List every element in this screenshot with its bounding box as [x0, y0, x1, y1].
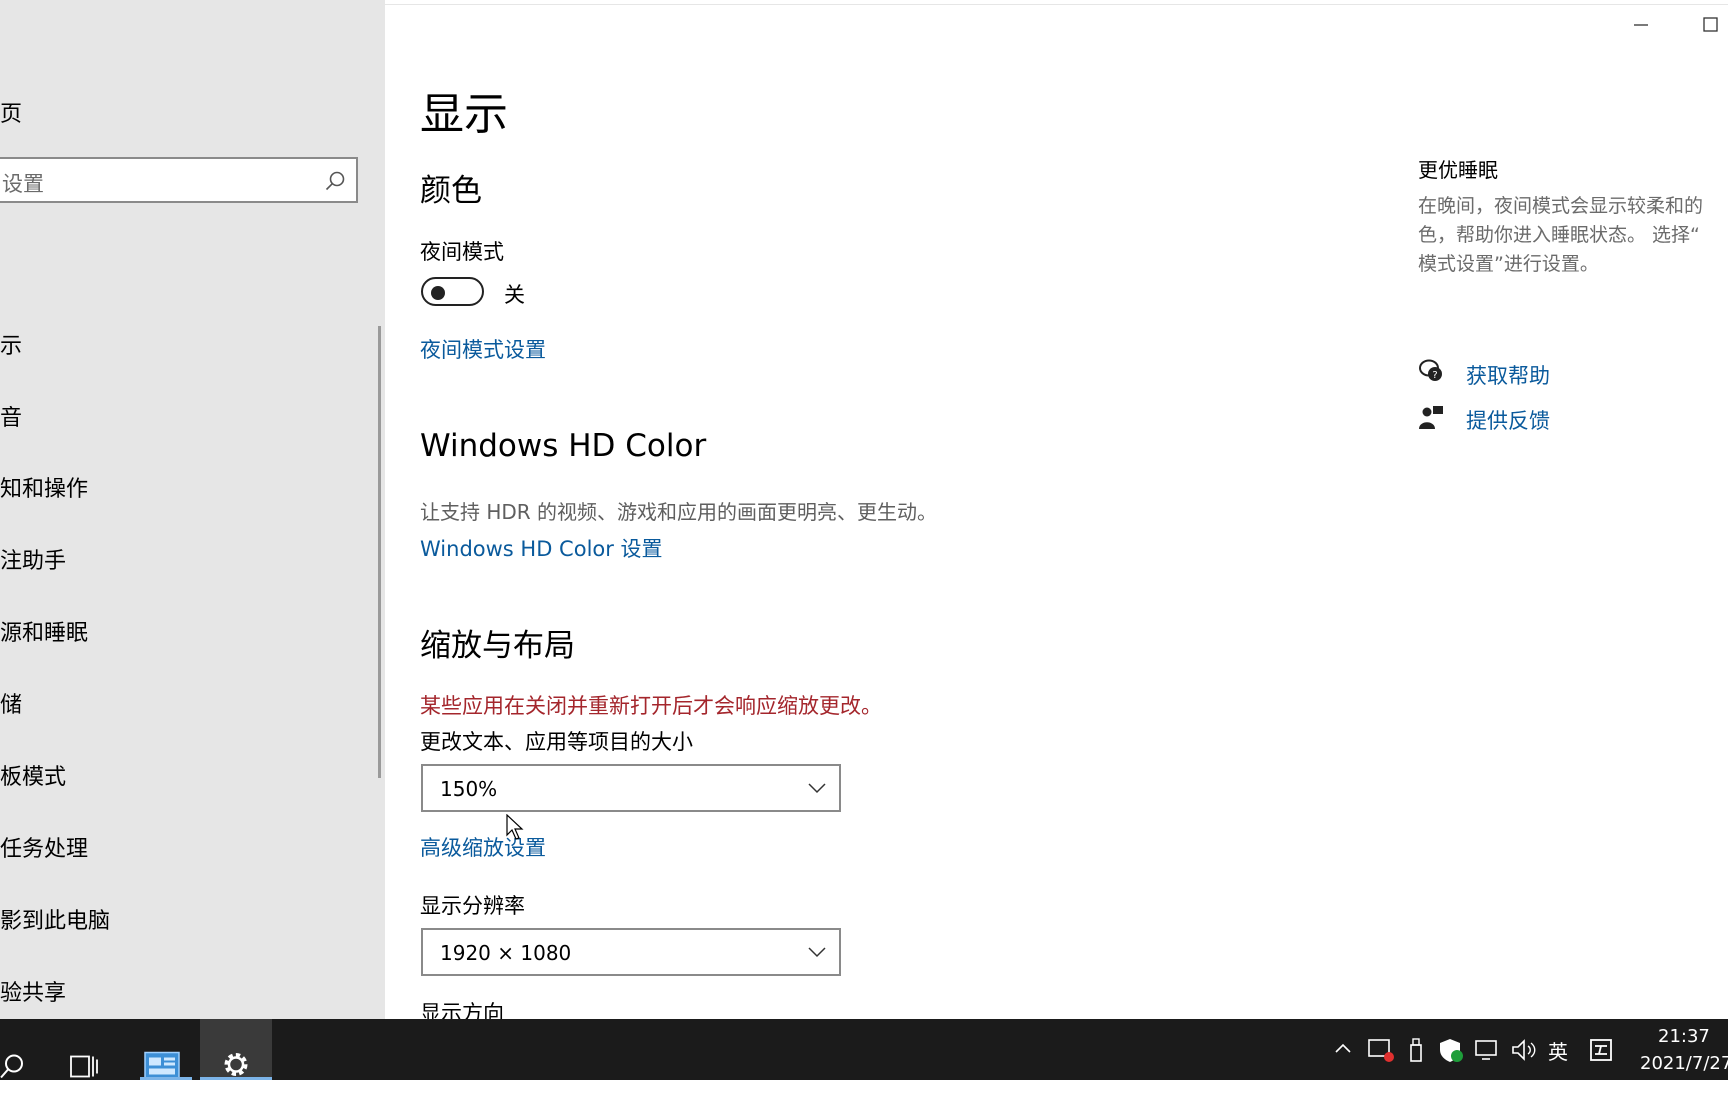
advanced-scaling-link[interactable]: 高级缩放设置: [420, 832, 546, 862]
color-section-heading: 颜色: [420, 173, 482, 209]
sidebar-item-notifications[interactable]: 知和操作: [0, 471, 88, 503]
hd-color-description: 让支持 HDR 的视频、游戏和应用的画面更明亮、更生动。: [420, 500, 938, 524]
sidebar-item-focus-assist[interactable]: 注助手: [0, 543, 66, 575]
scale-dropdown[interactable]: 150%: [421, 764, 841, 812]
get-help-link[interactable]: 获取帮助: [1466, 360, 1550, 390]
chevron-down-icon: [808, 947, 826, 958]
search-input-placeholder[interactable]: 设置: [2, 168, 44, 198]
chevron-up-icon[interactable]: [1333, 1037, 1353, 1061]
usb-device-icon[interactable]: [1406, 1037, 1426, 1063]
search-icon[interactable]: [324, 170, 346, 192]
security-shield-icon[interactable]: [1438, 1037, 1464, 1063]
hd-color-settings-link[interactable]: Windows HD Color 设置: [420, 533, 663, 563]
volume-icon[interactable]: [1510, 1037, 1538, 1063]
ime-mode-icon[interactable]: [1588, 1037, 1614, 1063]
night-mode-label: 夜间模式: [420, 240, 504, 264]
search-box[interactable]: 设置: [0, 157, 358, 203]
night-mode-toggle[interactable]: [421, 277, 484, 306]
resolution-dropdown[interactable]: 1920 × 1080: [421, 928, 841, 976]
maximize-icon[interactable]: [1702, 14, 1720, 34]
settings-gear-icon[interactable]: [220, 1034, 252, 1095]
night-mode-settings-link[interactable]: 夜间模式设置: [420, 334, 546, 364]
sidebar-item-projecting[interactable]: 影到此电脑: [0, 903, 110, 935]
sidebar-item-multitasking[interactable]: 任务处理: [0, 831, 88, 863]
sidebar-item-storage[interactable]: 储: [0, 687, 22, 719]
screen-record-icon[interactable]: [1367, 1037, 1395, 1063]
scale-layout-heading: 缩放与布局: [420, 628, 575, 664]
network-icon[interactable]: [1474, 1037, 1502, 1063]
scale-warning: 某些应用在关闭并重新打开后才会响应缩放更改。: [420, 694, 882, 718]
help-chat-icon: ?: [1419, 359, 1442, 381]
hd-color-heading: Windows HD Color: [420, 428, 707, 464]
taskbar: 英: [0, 1019, 1728, 1080]
ime-language-indicator[interactable]: 英: [1548, 1036, 1568, 1065]
settings-sidebar: 页 设置 示 音 知和操作 注助手 源和睡眠 储 板模式 任务处理 影到此电脑 …: [0, 0, 385, 1019]
sidebar-item-shared-experiences[interactable]: 验共享: [0, 975, 66, 1007]
app-window-icon[interactable]: [144, 1035, 180, 1096]
svg-text:?: ?: [1432, 370, 1437, 381]
clock-time[interactable]: 21:37: [1658, 1026, 1710, 1047]
chevron-down-icon: [808, 783, 826, 794]
search-icon[interactable]: [0, 1036, 26, 1097]
sidebar-home-link[interactable]: 页: [0, 96, 22, 128]
scale-dropdown-value: 150%: [440, 777, 498, 801]
mouse-cursor-icon: [506, 814, 524, 840]
give-feedback-link[interactable]: 提供反馈: [1466, 405, 1550, 435]
task-view-icon[interactable]: [70, 1036, 98, 1097]
sidebar-item-display[interactable]: 示: [0, 328, 22, 360]
feedback-icon: [1419, 406, 1443, 429]
page-title: 显示: [420, 89, 508, 140]
sidebar-scrollbar[interactable]: [378, 326, 381, 778]
sleep-tip-title: 更优睡眠: [1418, 158, 1498, 182]
resolution-dropdown-value: 1920 × 1080: [440, 941, 572, 965]
minimize-icon[interactable]: [1632, 14, 1650, 34]
toggle-knob: [431, 286, 445, 300]
night-mode-state: 关: [504, 283, 525, 307]
sleep-tip-description: 在晚间，夜间模式会显示较柔和的 色，帮助你进入睡眠状态。 选择“ 模式设置”进行…: [1418, 195, 1704, 275]
clock-date[interactable]: 2021/7/27: [1640, 1053, 1728, 1074]
resolution-label: 显示分辨率: [420, 894, 525, 918]
sidebar-item-power-sleep[interactable]: 源和睡眠: [0, 615, 88, 647]
sidebar-item-tablet-mode[interactable]: 板模式: [0, 759, 66, 791]
sidebar-item-sound[interactable]: 音: [0, 400, 22, 432]
scale-label: 更改文本、应用等项目的大小: [420, 730, 693, 754]
